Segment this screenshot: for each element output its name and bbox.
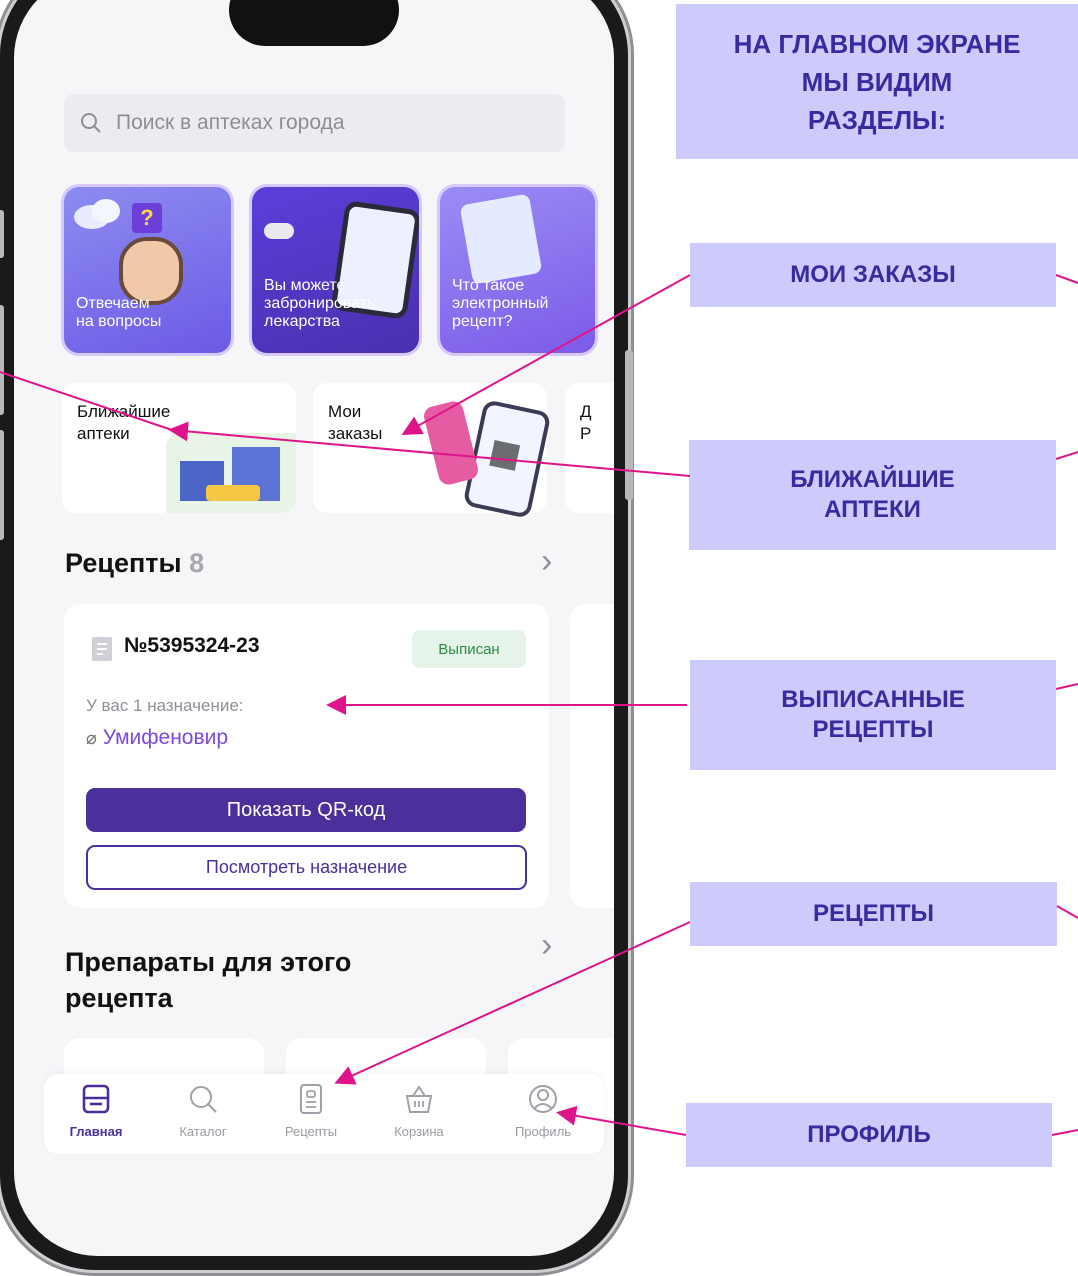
assignment-count: У вас 1 назначение: [86,696,244,715]
story-text-line: Что такое [452,277,525,294]
drug-name: Умифеновир [102,726,229,749]
quick-label-line: Р [580,424,592,443]
status-badge: Выписан [412,630,526,668]
profile-icon [529,1085,557,1113]
recipes-title: Рецепты [65,548,182,578]
search-input[interactable]: Поиск в аптеках города [64,94,565,152]
tab-profile[interactable]: Профиль [508,1082,578,1139]
callout-header-line: НА ГЛАВНОМ ЭКРАНЕ [733,28,1021,59]
callout-nearest-pharmacies: БЛИЖАЙШИЕ АПТЕКИ [689,440,1056,550]
callout-my-orders: МОИ ЗАКАЗЫ [690,243,1056,307]
tab-home[interactable]: Главная [61,1082,131,1139]
recipe-card[interactable]: №5395324-23 Выписан У вас 1 назначение: … [64,604,549,908]
story-questions[interactable]: ? Отвечаем на вопросы [61,184,234,356]
question-mark-icon: ? [132,203,162,233]
search-icon [81,113,101,133]
drug-link[interactable]: ⌀ Умифеновир [86,726,228,750]
quick-label-line: Д [580,402,592,421]
volume-up-button [0,305,4,415]
nearest-pharmacies-card[interactable]: Ближайшие аптеки [62,383,296,513]
phone-screen: Поиск в аптеках города ? Отвечаем на воп… [14,0,614,1256]
tab-label: Профиль [514,1124,572,1139]
story-text-line: рецепт? [452,313,513,330]
home-icon [82,1084,110,1114]
story-text-line: Вы можете [264,277,346,294]
callout-line: ВЫПИСАННЫЕ [781,686,965,713]
search-icon [190,1086,217,1113]
story-text-line: Отвечаем [76,295,150,312]
callout-issued-recipes: ВЫПИСАННЫЕ РЕЦЕПТЫ [690,660,1056,770]
callout-recipes: РЕЦЕПТЫ [690,882,1057,946]
volume-down-button [0,430,4,540]
bottom-tab-bar: Главная Каталог Рецепты Корзина Профиль [44,1074,604,1154]
quick-label-line: Мои [328,402,362,421]
callout-line: РЕЦЕПТЫ [812,716,934,743]
tab-label: Каталог [179,1124,227,1139]
recipe-card-next[interactable] [570,604,614,908]
story-text-line: электронный [452,295,549,312]
story-text-line: на вопросы [76,313,162,330]
basket-icon [405,1085,433,1113]
callout-header-line: РАЗДЕЛЫ: [807,104,947,135]
arrow-stub [1056,905,1078,919]
callout-profile: ПРОФИЛЬ [686,1103,1052,1167]
tab-label: Рецепты [284,1124,338,1139]
cloud-icon [74,199,120,229]
pharmacy-illustration [166,433,296,513]
story-text-line: забронировать [264,295,376,312]
chevron-right-icon[interactable]: › [541,926,552,965]
qr-phone-illustration [462,399,552,519]
callout-line: БЛИЖАЙШИЕ [790,466,955,493]
mute-switch [0,210,4,258]
arrow-stub [1055,274,1078,284]
recipes-section-title[interactable]: Рецепты 8 [65,548,204,579]
arrow-stub [1055,683,1078,690]
view-assignment-button[interactable]: Посмотреть назначение [86,845,527,890]
my-orders-card[interactable]: Мои заказы [313,383,552,519]
quick-label-line: заказы [328,424,383,443]
callout-line: АПТЕКИ [824,496,921,523]
arrow-stub [1051,1129,1078,1136]
search-placeholder: Поиск в аптеках города [116,111,345,134]
quick-label-line: аптеки [77,424,130,443]
callout-header-line: МЫ ВИДИМ [801,66,953,97]
tab-catalog[interactable]: Каталог [168,1082,238,1139]
story-text-line: лекарства [264,313,340,330]
quick-card-partial[interactable]: Д Р [565,383,614,513]
products-section-title[interactable]: Препараты для этого рецепта [65,944,465,1016]
pill-icon: ⌀ [86,728,97,748]
tab-label: Главная [69,1124,123,1139]
show-qr-button[interactable]: Показать QR-код [86,788,526,832]
tab-label: Корзина [394,1124,444,1139]
dynamic-island [229,0,399,46]
recipe-number: №5395324-23 [124,634,260,657]
document-illustration [459,193,543,285]
story-e-recipe[interactable]: Что такое электронный рецепт? [437,184,598,356]
arrow-stub [1055,451,1078,460]
tab-recipes[interactable]: Рецепты [276,1082,346,1139]
tab-basket[interactable]: Корзина [384,1082,454,1139]
receipt-icon [92,637,112,661]
callout-header: НА ГЛАВНОМ ЭКРАНЕ МЫ ВИДИМ РАЗДЕЛЫ: [676,4,1078,159]
power-button [625,350,633,500]
chevron-right-icon[interactable]: › [541,542,552,581]
hand-illustration [421,399,481,487]
recipes-count: 8 [189,548,205,578]
pill-illustration [264,223,294,239]
story-booking[interactable]: Вы можете забронировать лекарства [249,184,422,356]
document-icon [300,1084,322,1114]
quick-label-line: Ближайшие [77,402,171,421]
